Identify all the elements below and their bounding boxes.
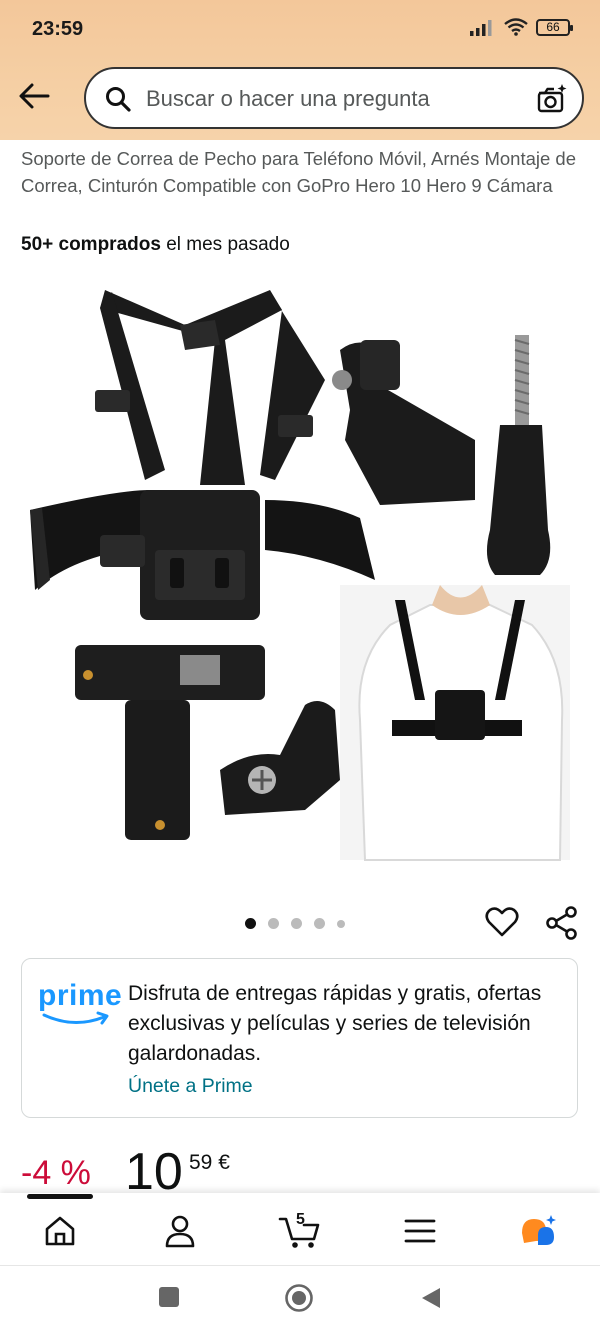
share-icon[interactable] [544,905,580,941]
price-fraction: 59 € [189,1151,230,1175]
carousel-dot[interactable] [314,918,325,929]
system-navigation-bar [0,1265,600,1335]
bottom-navigation: 5 [0,1193,600,1265]
product-image[interactable] [20,280,580,870]
price-currency: € [218,1151,230,1174]
purchase-count-rest: el mes pasado [160,234,290,255]
jhook-mount-graphic [332,340,475,505]
image-carousel-indicator [245,918,345,929]
join-prime-link[interactable]: Únete a Prime [128,1075,253,1098]
app-header: 23:59 66 Buscar o hacer una pregunta [0,0,600,140]
wifi-icon [504,18,528,36]
camera-search-icon[interactable] [536,83,568,115]
battery-icon: 66 [536,18,573,36]
prime-message: Disfruta de entregas rápidas y gratis, o… [128,982,542,1065]
search-placeholder[interactable]: Buscar o hacer una pregunta [146,86,430,112]
back-arrow-icon[interactable] [16,80,52,112]
nav-cart[interactable]: 5 [276,1211,326,1251]
purchase-count-bold: 50+ comprados [21,234,161,255]
cart-count: 5 [296,1211,305,1228]
status-icons: 66 [470,18,573,36]
nav-assistant[interactable] [516,1211,560,1251]
price-fraction-digits: 59 [189,1151,213,1174]
prime-logo: prime [38,979,123,1012]
signal-icon [470,20,492,36]
carousel-dot[interactable] [245,918,256,929]
home-button-icon[interactable] [284,1283,314,1313]
status-bar: 23:59 66 [0,0,600,60]
assistant-icon [522,1215,556,1245]
prime-smile-icon [42,1011,109,1025]
heart-icon[interactable] [485,905,519,939]
person-icon [165,1215,195,1248]
menu-icon [404,1219,436,1243]
carousel-dot[interactable] [291,918,302,929]
nav-menu[interactable] [398,1211,442,1251]
home-icon [45,1216,75,1246]
nav-account[interactable] [158,1211,202,1251]
search-bar[interactable]: Buscar o hacer una pregunta [84,67,584,129]
status-time: 23:59 [32,18,84,40]
prime-promo-card[interactable]: prime Disfruta de entregas rápidas y gra… [21,958,578,1118]
recent-apps-icon[interactable] [158,1286,180,1308]
battery-level: 66 [546,20,560,34]
carousel-dot[interactable] [268,918,279,929]
nav-home[interactable] [38,1211,82,1251]
carousel-dot[interactable] [337,919,345,928]
thumb-screw-graphic [486,335,551,575]
purchase-count: 50+ comprados el mes pasado [21,234,290,256]
product-title[interactable]: Soporte de Correa de Pecho para Teléfono… [21,146,581,199]
back-button-icon[interactable] [420,1286,442,1310]
adapter-mount-graphic [220,701,340,815]
harness-graphic [30,290,375,620]
discount-percent: -4 % [21,1154,91,1192]
search-icon [106,87,131,112]
active-tab-indicator [27,1194,93,1199]
model-photo [340,585,570,861]
